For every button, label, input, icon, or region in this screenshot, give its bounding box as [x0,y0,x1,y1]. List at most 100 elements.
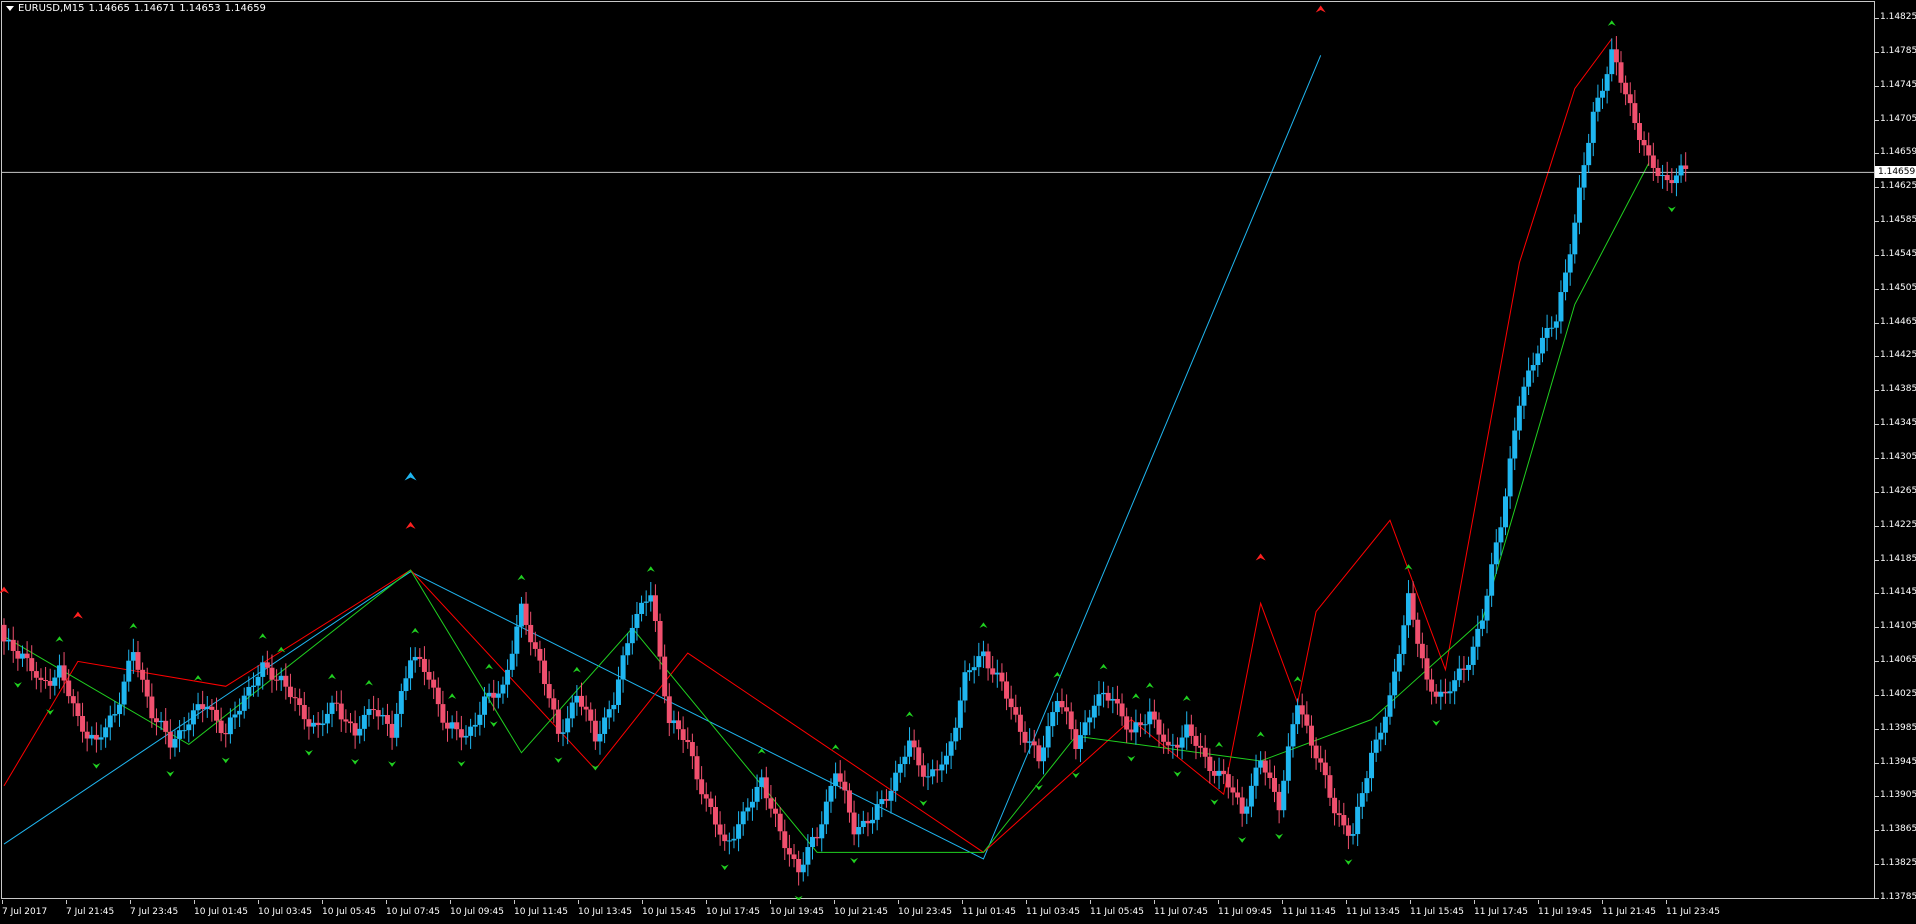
candle-body [736,824,742,839]
candle-body [1290,724,1296,747]
candle-body [1114,698,1120,704]
price-axis-label: 1.13825 [1880,858,1916,869]
candle-body [1253,767,1259,786]
time-axis-tick [1602,900,1603,904]
candle-body [1179,737,1185,748]
candle-body [1484,595,1490,621]
candle-body [1627,94,1633,104]
time-axis-label: 10 Jul 09:45 [450,907,504,917]
candle-body [1156,719,1162,735]
fractal-down-arrow [304,750,313,756]
candle-body [1364,778,1370,794]
candle-body [1359,793,1365,807]
candle-body [643,601,649,603]
fractal-up-arrow [129,623,138,629]
candle-body [1059,701,1065,708]
price-axis-tick [1875,762,1879,764]
fractal-up-arrow [1099,663,1108,670]
price-axis-tick [1875,153,1879,155]
candle-body [1461,668,1467,670]
candle-body [1262,760,1268,773]
candle-body [1479,620,1485,629]
candle-body [463,735,469,738]
price-axis[interactable] [1875,0,1916,924]
candle-body [597,733,603,742]
time-axis-tick [1410,900,1411,904]
fractal-up-arrow [979,622,988,629]
price-axis-tick [1875,627,1879,629]
candle-body [361,714,367,729]
symbol-info-bar[interactable]: EURUSD,M15 1.14665 1.14671 1.14653 1.146… [6,3,266,14]
candle-body [625,643,631,656]
fractal-down-arrow [1210,799,1219,805]
fractal-down-arrow [1275,833,1284,840]
candle-body [186,724,192,731]
fractal-up-arrow [411,627,420,634]
candle-body [1027,741,1033,743]
candle-body [445,722,451,729]
candle-body [435,687,441,705]
candle-body [592,720,598,742]
fractal-up-arrow [1607,20,1616,26]
candle-body [1332,797,1338,814]
candle-body [560,732,566,734]
candle-body [879,799,885,805]
candle-body [375,710,381,717]
fractal-up-arrow [1053,671,1062,678]
candle-body [292,697,298,699]
candle-body [800,864,806,873]
candle-body [708,798,714,808]
price-axis-label: 1.14145 [1880,587,1916,598]
candle-body [1336,813,1342,816]
candle-body [602,717,608,734]
candle-body [994,672,1000,675]
fractal-up-arrow [55,636,64,642]
candle-body [1401,625,1407,654]
candle-body [1433,691,1439,697]
time-axis-tick [450,900,451,904]
time-axis-label: 11 Jul 01:45 [962,907,1016,917]
candle-body [260,662,266,677]
candle-body [1632,103,1638,124]
candle-body [1392,671,1398,696]
price-axis-label: 1.14625 [1880,181,1916,192]
candle-body [56,665,62,678]
candle-body [1466,664,1472,670]
candle-body [999,672,1005,682]
candle-body [920,765,926,777]
candle-body [1429,679,1435,692]
chart-menu-triangle-icon[interactable] [6,6,14,11]
candle-body [301,705,307,720]
chart-window: EURUSD,M15 1.14665 1.14671 1.14653 1.146… [0,0,1916,924]
candle-body [639,602,645,614]
candle-body [671,720,677,724]
candle-body [403,678,409,692]
candle-body [837,773,843,782]
candle-body [1308,725,1314,746]
candle-body [47,680,53,686]
candle-body [676,720,682,730]
candle-body [1456,668,1462,681]
time-axis-tick [1026,900,1027,904]
candle-body [1170,744,1176,746]
candle-body [1539,337,1545,354]
candle-body [29,658,35,672]
candle-body [883,799,889,801]
fractal-up-arrow [485,663,494,670]
fractal-down-arrow [92,763,101,769]
fractal-down-arrow [850,857,859,864]
price-axis-tick [1875,322,1879,324]
candle-body [782,831,788,849]
candle-body [417,656,423,659]
plot-area[interactable] [0,0,1875,900]
candle-body [278,675,284,681]
candle-body [431,679,437,688]
fractal-down-arrow [554,757,563,763]
fractal-down-arrow [919,800,928,806]
time-axis-label: 10 Jul 01:45 [194,907,248,917]
candle-body [1221,770,1227,775]
price-axis-label: 1.14505 [1880,282,1916,293]
time-axis-tick [1090,900,1091,904]
candle-body [1124,716,1130,730]
fractal-down-arrow [1344,859,1353,865]
